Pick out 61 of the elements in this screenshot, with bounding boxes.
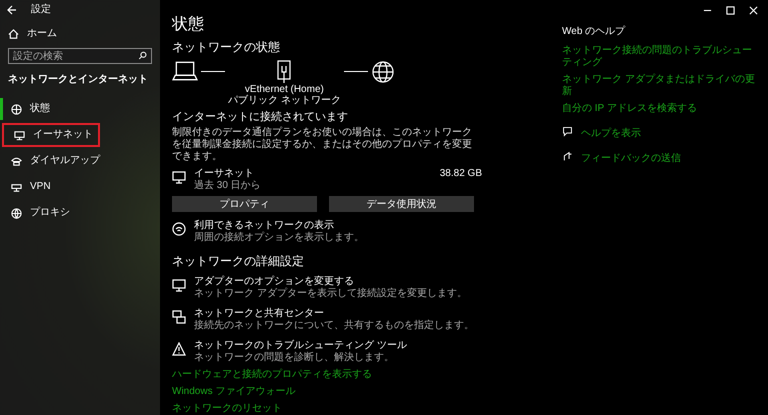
speech-bubble-icon (562, 126, 573, 137)
section-heading: ネットワークとインターネット (7, 73, 149, 87)
connection-name: イーサネット (194, 168, 255, 180)
setting-link-title[interactable]: ネットワークのトラブルシューティング ツール (194, 340, 407, 352)
back-arrow-icon[interactable] (7, 5, 17, 15)
setting-link-title[interactable]: 利用できるネットワークの表示 (194, 220, 364, 232)
settings-link[interactable]: Windows ファイアウォール (172, 386, 296, 398)
nav-label: プロキシ (30, 207, 70, 219)
usage-period: 過去 30 日から (194, 180, 262, 192)
adapter-name: vEthernet (Home) (244, 84, 324, 96)
monitor-icon (172, 170, 186, 184)
settings-link[interactable]: ネットワークのリセット (172, 403, 282, 415)
close-icon[interactable] (749, 6, 758, 14)
section-heading: ネットワークの状態 (172, 40, 281, 54)
home-nav-item[interactable]: ホーム (0, 20, 160, 46)
network-globe-icon (172, 222, 186, 236)
sidebar-nav-item[interactable]: 状態 (0, 98, 160, 120)
setting-link-description: 周囲の接続オプションを表示します。 (194, 232, 364, 244)
sidebar-nav-item[interactable]: ダイヤルアップ (0, 150, 160, 172)
help-heading: Web のヘルプ (562, 26, 626, 38)
setting-link-description: ネットワーク アダプターを表示して接続設定を変更します。 (194, 288, 467, 300)
network-icon (11, 182, 22, 192)
help-link[interactable]: ネットワーク接続の問題のトラブルシューティング (562, 45, 758, 69)
help-link[interactable]: 自分の IP アドレスを検索する (562, 103, 758, 115)
sidebar-nav-item[interactable]: イーサネット (3, 124, 99, 146)
laptop-icon (172, 60, 198, 82)
globe-icon (370, 60, 395, 84)
action-button[interactable]: プロパティ (172, 196, 317, 212)
help-action-link[interactable]: フィードバックの送信 (581, 153, 681, 165)
search-field[interactable]: 設定の検索 (8, 48, 152, 64)
nav-label: 状態 (30, 103, 50, 115)
globe-icon (11, 104, 22, 114)
setting-link-description: ネットワークの問題を診断し、解決します。 (194, 352, 395, 364)
setting-link-title[interactable]: ネットワークと共有センター (194, 308, 474, 320)
data-usage-amount: 38.82 GB (440, 168, 482, 180)
page-title: 状態 (172, 14, 205, 34)
window-title: 設定 (31, 4, 51, 16)
setting-link-title[interactable]: アダプターのオプションを変更する (194, 276, 467, 288)
search-icon[interactable] (138, 51, 148, 61)
sidebar-nav-item[interactable]: VPN (0, 176, 160, 198)
network-type: パブリック ネットワーク (228, 95, 341, 106)
computers-icon (172, 310, 186, 324)
nav-label: VPN (30, 181, 51, 193)
sidebar-nav-item[interactable]: プロキシ (0, 202, 160, 224)
maximize-icon[interactable] (726, 6, 735, 14)
action-button[interactable]: データ使用状況 (329, 196, 474, 212)
nav-label: ダイヤルアップ (30, 155, 100, 167)
status-heading: インターネットに接続されています (172, 111, 349, 125)
nav-label: イーサネット (33, 129, 93, 141)
warning-icon (172, 342, 186, 356)
setting-link-description: 接続先のネットワークについて、共有するものを指定します。 (194, 320, 474, 332)
home-label: ホーム (27, 28, 57, 40)
status-description: 制限付きのデータ通信プランをお使いの場合は、このネットワークを従量制課金接続に設定するか、またはその他のプロパティを変更できます。 (172, 126, 472, 163)
monitor-icon (172, 278, 186, 292)
home-icon (8, 28, 19, 40)
settings-link[interactable]: ハードウェアと接続のプロパティを表示する (172, 369, 372, 381)
help-link[interactable]: ネットワーク アダプタまたはドライバの更新 (562, 74, 758, 98)
section-heading: ネットワークの詳細設定 (172, 254, 305, 268)
globe-icon (11, 208, 22, 218)
help-action-link[interactable]: ヘルプを表示 (581, 128, 641, 140)
monitor-icon (14, 130, 25, 140)
